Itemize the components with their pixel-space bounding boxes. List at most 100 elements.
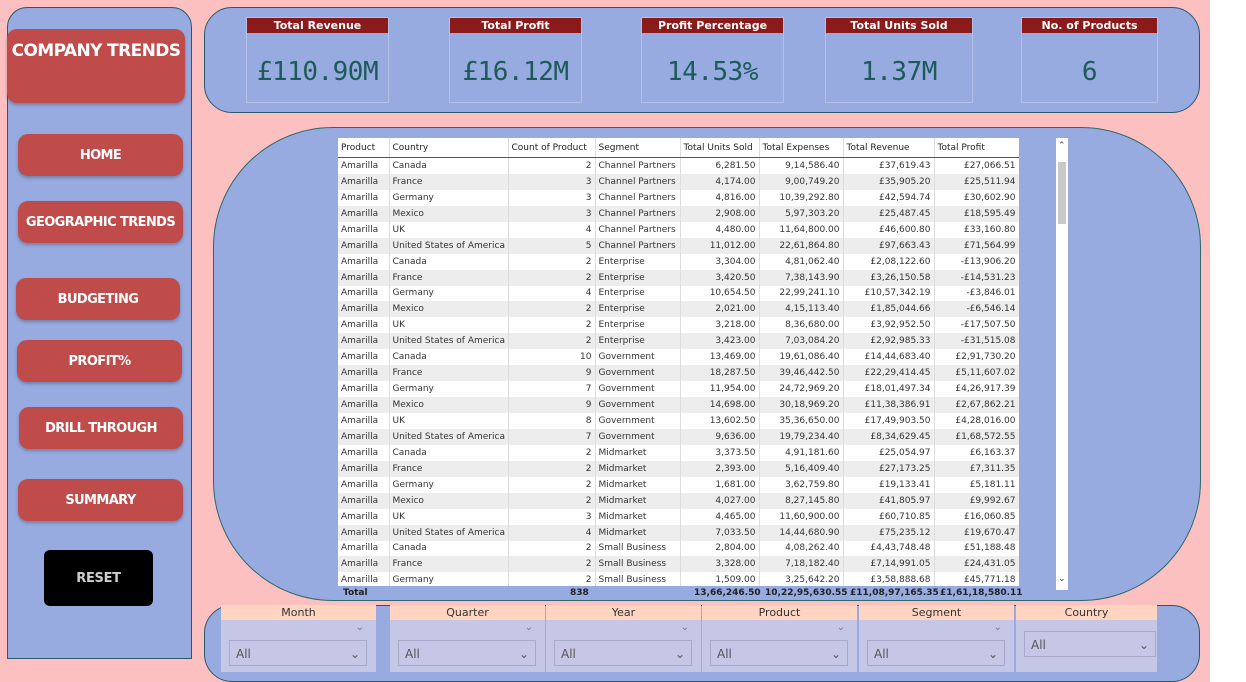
table-row[interactable]: Amarilla Canada 2 Midmarket 3,373.50 4,91,181… [338,444,1019,461]
table-cell: Midmarket [595,444,681,461]
company-logo-title: COMPANY TRENDS [7,29,185,103]
table-cell: £25,511.94 [934,173,1019,190]
table-cell: 3,218.00 [680,317,760,334]
table-row[interactable]: Amarilla United States of America 7 Governm… [338,428,1019,445]
table-row[interactable]: Amarilla France 2 Small Business 3,328.00 7,1… [338,556,1019,573]
table-row[interactable]: Amarilla UK 8 Government 13,602.50 35,36,650.… [338,413,1019,429]
table-cell: £8,34,629.45 [843,428,935,445]
table-cell: Canada [389,349,509,366]
table-cell: £2,92,985.33 [843,333,935,350]
table-cell: 14,698.00 [680,397,760,413]
chevron-down-icon[interactable]: ⌄ [994,622,1002,633]
month-dropdown[interactable]: All ⌄ [229,640,367,666]
table-row[interactable]: Amarilla United States of America 2 Enterpr… [338,333,1019,350]
chevron-down-icon[interactable]: ⌄ [681,622,689,633]
table-row[interactable]: Amarilla France 2 Enterprise 3,420.50 7,38,14… [338,269,1019,286]
table-row[interactable]: Amarilla Germany 3 Channel Partners 4,816.00… [338,189,1019,206]
nav-home-button[interactable]: HOME [18,134,183,176]
scroll-down-icon[interactable]: ⌄ [1058,574,1066,584]
table-cell: £7,14,991.05 [843,556,935,573]
table-row[interactable]: Amarilla France 2 Midmarket 2,393.00 5,16,409… [338,460,1019,477]
table-cell: -£13,906.20 [934,253,1019,270]
table-cell: 2 [508,301,596,318]
nav-summary-button[interactable]: SUMMARY [18,479,183,521]
table-row[interactable]: Amarilla UK 4 Channel Partners 4,480.00 11,64… [338,221,1019,238]
table-row[interactable]: Amarilla Germany 2 Midmarket 1,681.00 3,62,75… [338,476,1019,493]
table-cell: 30,18,969.20 [759,397,844,413]
table-row[interactable]: Amarilla Canada 2 Small Business 2,804.00 4,0… [338,540,1019,557]
table-row[interactable]: Amarilla Germany 7 Government 11,954.00 24,72… [338,381,1019,398]
table-cell: Channel Partners [595,205,681,222]
table-scrollbar[interactable]: ⌃ ⌄ [1056,138,1068,590]
table-cell: UK [389,413,509,429]
table-cell: Canada [389,157,509,174]
table-row[interactable]: Amarilla Mexico 9 Government 14,698.00 30,18,… [338,397,1019,413]
nav-drill-through-button[interactable]: DRILL THROUGH [19,407,183,449]
table-cell: 2 [508,476,596,493]
table-cell: Midmarket [595,508,681,525]
table-cell: Mexico [389,492,509,509]
table-cell: Amarilla [338,444,390,461]
table-cell: Government [595,381,681,398]
country-dropdown[interactable]: All ⌄ [1024,631,1156,657]
table-row[interactable]: Amarilla Germany 4 Enterprise 10,654.50 22,99… [338,285,1019,302]
year-dropdown[interactable]: All ⌄ [554,640,692,666]
table-row[interactable]: Amarilla Mexico 3 Channel Partners 2,908.00 5… [338,205,1019,222]
table-cell: £2,08,122.60 [843,253,935,270]
table-cell: Channel Partners [595,237,681,254]
table-cell: 2 [508,572,596,586]
kpi-value: £110.90M [256,57,379,87]
table-cell: 3,25,642.20 [759,572,844,586]
table-row[interactable]: Amarilla Mexico 2 Enterprise 2,021.00 4,15,11… [338,301,1019,318]
nav-geographic-trends-button[interactable]: GEOGRAPHIC TRENDS [18,201,183,243]
segment-dropdown[interactable]: All ⌄ [867,640,1005,666]
table-row[interactable]: Amarilla France 3 Channel Partners 4,174.00 9… [338,173,1019,190]
product-dropdown[interactable]: All ⌄ [710,640,848,666]
dropdown-value: All [874,647,889,661]
table-cell: -£6,546.14 [934,301,1019,318]
kpi-value: £16.12M [462,57,569,87]
scroll-up-icon[interactable]: ⌃ [1058,141,1066,151]
table-row[interactable]: Amarilla Mexico 2 Midmarket 4,027.00 8,27,145… [338,492,1019,509]
chevron-down-icon: ⌄ [1138,638,1149,652]
table-row[interactable]: Amarilla United States of America 4 Midmark… [338,524,1019,541]
column-header[interactable]: Segment [595,138,681,158]
table-cell: Amarilla [338,317,390,334]
column-header[interactable]: Count of Product [508,138,596,158]
kpi-card-total-revenue: Total Revenue £110.90M [246,17,389,103]
table-row[interactable]: Amarilla UK 2 Enterprise 3,218.00 8,36,680.00… [338,317,1019,334]
table-cell: £60,710.85 [843,508,935,525]
column-header[interactable]: Total Expenses [759,138,844,158]
table-row[interactable]: Amarilla UK 3 Midmarket 4,465.00 11,60,900.00… [338,508,1019,525]
table-row[interactable]: Amarilla Germany 2 Small Business 1,509.00 3,… [338,572,1019,586]
table-cell: £27,173.25 [843,460,935,477]
column-header[interactable]: Total Units Sold [680,138,760,158]
chevron-down-icon[interactable]: ⌄ [837,622,845,633]
table-cell: Midmarket [595,492,681,509]
column-header[interactable]: Total Revenue [843,138,935,158]
reset-button[interactable]: RESET [44,550,153,606]
table-row[interactable]: Amarilla Canada 2 Channel Partners 6,281.50 9… [338,157,1019,174]
table-cell: 8 [508,413,596,429]
slicer-year: Year ⌄ All ⌄ [546,605,701,672]
chevron-down-icon: ⌄ [674,647,685,661]
table-row[interactable]: Amarilla Canada 10 Government 13,469.00 19,61… [338,349,1019,366]
table-row[interactable]: Amarilla Canada 2 Enterprise 3,304.00 4,81,06… [338,253,1019,270]
data-table[interactable]: Product Country Count of Product Segment Tot… [338,138,1019,586]
nav-profit-percent-button[interactable]: PROFIT% [17,340,182,382]
nav-budgeting-button[interactable]: BUDGETING [16,278,180,320]
scroll-thumb[interactable] [1058,162,1066,224]
column-header[interactable]: Country [389,138,509,158]
table-cell: £3,92,952.50 [843,317,935,334]
chevron-down-icon[interactable]: ⌄ [356,622,364,633]
quarter-dropdown[interactable]: All ⌄ [398,640,536,666]
chevron-down-icon[interactable]: ⌄ [525,622,533,633]
table-row[interactable]: Amarilla France 9 Government 18,287.50 39,46,… [338,365,1019,382]
table-cell: 11,012.00 [680,237,760,254]
total-count: 838 [570,588,589,598]
table-row[interactable]: Amarilla United States of America 5 Channel… [338,237,1019,254]
table-cell: -£17,507.50 [934,317,1019,334]
column-header[interactable]: Product [338,138,390,158]
table-cell: £41,805.97 [843,492,935,509]
column-header[interactable]: Total Profit [934,138,1019,158]
